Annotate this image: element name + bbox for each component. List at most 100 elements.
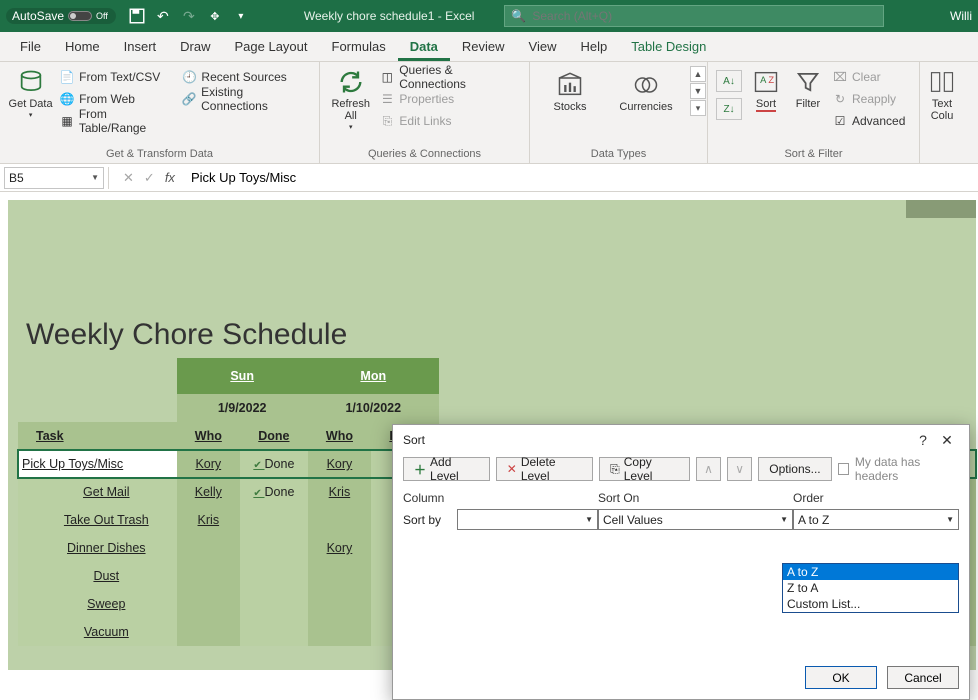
sort-asc-button[interactable]: A↓: [716, 70, 742, 92]
who-cell[interactable]: Kory: [308, 450, 371, 478]
task-cell[interactable]: Sweep: [18, 590, 177, 618]
filter-button[interactable]: Filter: [790, 66, 826, 110]
ribbon: Get Data ▾ 📄From Text/CSV 🌐From Web ▦Fro…: [0, 62, 978, 164]
sort-button[interactable]: AZ Sort: [748, 66, 784, 112]
add-level-button[interactable]: ＋Add Level: [403, 457, 490, 481]
group-get-transform: Get Data ▾ 📄From Text/CSV 🌐From Web ▦Fro…: [0, 62, 320, 163]
properties-label: Properties: [399, 92, 454, 106]
task-cell[interactable]: Dust: [18, 562, 177, 590]
from-web-label: From Web: [79, 92, 135, 106]
redo-icon[interactable]: ↷: [180, 7, 198, 25]
name-box-value: B5: [9, 171, 24, 185]
data-type-more[interactable]: ▾: [690, 100, 706, 116]
tab-file[interactable]: File: [8, 33, 53, 61]
formula-input[interactable]: [185, 170, 978, 185]
get-data-button[interactable]: Get Data ▾: [8, 66, 53, 120]
sort-on-select[interactable]: Cell Values▼: [598, 509, 793, 530]
connection-icon: 🔗: [181, 91, 197, 107]
refresh-all-button[interactable]: Refresh All ▾: [328, 66, 373, 132]
delete-level-button[interactable]: ✕Delete Level: [496, 457, 593, 481]
advanced[interactable]: ☑Advanced: [832, 110, 905, 132]
task-cell[interactable]: Dinner Dishes: [18, 534, 177, 562]
ok-button[interactable]: OK: [805, 666, 877, 689]
from-table-range[interactable]: ▦From Table/Range: [59, 110, 175, 132]
autosave-label: AutoSave: [12, 9, 64, 23]
from-text-csv[interactable]: 📄From Text/CSV: [59, 66, 175, 88]
tab-table-design[interactable]: Table Design: [619, 33, 718, 61]
stocks-button[interactable]: Stocks: [538, 69, 602, 113]
queries-icon: ◫: [379, 69, 395, 85]
close-button[interactable]: ✕: [935, 432, 959, 449]
autosave-toggle[interactable]: AutoSave Off: [6, 8, 116, 24]
tab-formulas[interactable]: Formulas: [320, 33, 398, 61]
cancel-icon[interactable]: ✕: [123, 170, 134, 186]
more-icon[interactable]: ▾: [232, 7, 250, 25]
formula-controls: ✕ ✓ fx: [123, 170, 175, 186]
tab-data[interactable]: Data: [398, 33, 450, 61]
move-down-button[interactable]: ∨: [727, 457, 752, 481]
queries-connections[interactable]: ◫Queries & Connections: [379, 66, 521, 88]
enter-icon[interactable]: ✓: [144, 170, 155, 186]
dropdown-option[interactable]: Custom List...: [783, 596, 958, 612]
who-cell[interactable]: Kris: [308, 478, 371, 506]
copy-level-button[interactable]: ⎘Copy Level: [599, 457, 690, 481]
who-cell[interactable]: Kelly: [177, 478, 240, 506]
order-select[interactable]: A to Z▼: [793, 509, 959, 530]
group-data-tools: Text Colu: [920, 62, 960, 163]
col-who-sun[interactable]: Who: [177, 422, 240, 450]
advanced-icon: ☑: [832, 113, 848, 129]
get-data-label: Get Data: [9, 98, 53, 110]
col-who-mon[interactable]: Who: [308, 422, 371, 450]
task-cell[interactable]: Take Out Trash: [18, 506, 177, 534]
data-type-up[interactable]: ▲: [690, 66, 706, 82]
help-button[interactable]: ?: [911, 432, 935, 448]
cancel-button[interactable]: Cancel: [887, 666, 959, 689]
name-box[interactable]: B5 ▼: [4, 167, 104, 189]
dropdown-option[interactable]: A to Z: [783, 564, 958, 580]
sort-column-select[interactable]: ▼: [457, 509, 598, 530]
tab-view[interactable]: View: [517, 33, 569, 61]
col-task[interactable]: Task: [18, 422, 177, 450]
save-icon[interactable]: [128, 7, 146, 25]
refresh-all-label: Refresh All: [328, 98, 373, 122]
group-queries-label: Queries & Connections: [328, 146, 521, 163]
who-cell[interactable]: Kory: [177, 450, 240, 478]
existing-connections[interactable]: 🔗Existing Connections: [181, 88, 311, 110]
group-queries: Refresh All ▾ ◫Queries & Connections ☰Pr…: [320, 62, 530, 163]
col-done-sun[interactable]: Done: [240, 422, 308, 450]
headers-checkbox[interactable]: My data has headers: [838, 455, 959, 483]
text-columns-button[interactable]: Text Colu: [928, 66, 956, 122]
svg-text:Z: Z: [768, 75, 774, 85]
done-cell[interactable]: ✔ Done: [240, 450, 308, 478]
tab-help[interactable]: Help: [568, 33, 619, 61]
tab-draw[interactable]: Draw: [168, 33, 222, 61]
page-title: Weekly Chore Schedule: [26, 318, 347, 352]
options-button[interactable]: Options...: [758, 457, 831, 481]
tab-review[interactable]: Review: [450, 33, 517, 61]
dropdown-option[interactable]: Z to A: [783, 580, 958, 596]
sort-desc-button[interactable]: Z↓: [716, 98, 742, 120]
tab-home[interactable]: Home: [53, 33, 112, 61]
search-box[interactable]: 🔍: [504, 5, 884, 27]
task-cell[interactable]: Get Mail: [18, 478, 177, 506]
currencies-button[interactable]: Currencies: [610, 69, 682, 113]
task-cell[interactable]: Vacuum: [18, 618, 177, 646]
headers-label: My data has headers: [855, 455, 959, 483]
svg-text:A: A: [760, 75, 767, 85]
search-input[interactable]: [532, 9, 877, 23]
text-columns-icon: [928, 68, 956, 96]
user-name[interactable]: Willi: [950, 9, 972, 23]
task-cell[interactable]: Pick Up Toys/Misc: [18, 450, 177, 478]
fx-icon[interactable]: fx: [165, 170, 175, 185]
move-up-button[interactable]: ∧: [696, 457, 721, 481]
tab-page-layout[interactable]: Page Layout: [223, 33, 320, 61]
undo-icon[interactable]: ↶: [154, 7, 172, 25]
data-type-down[interactable]: ▼: [690, 83, 706, 99]
sorton-label: Sort On: [598, 489, 793, 507]
tab-insert[interactable]: Insert: [112, 33, 169, 61]
clear: ⌧Clear: [832, 66, 905, 88]
group-sort-filter-label: Sort & Filter: [716, 146, 911, 163]
touch-icon[interactable]: ✥: [206, 7, 224, 25]
done-cell[interactable]: ✔ Done: [240, 478, 308, 506]
who-cell[interactable]: Kris: [177, 506, 240, 534]
